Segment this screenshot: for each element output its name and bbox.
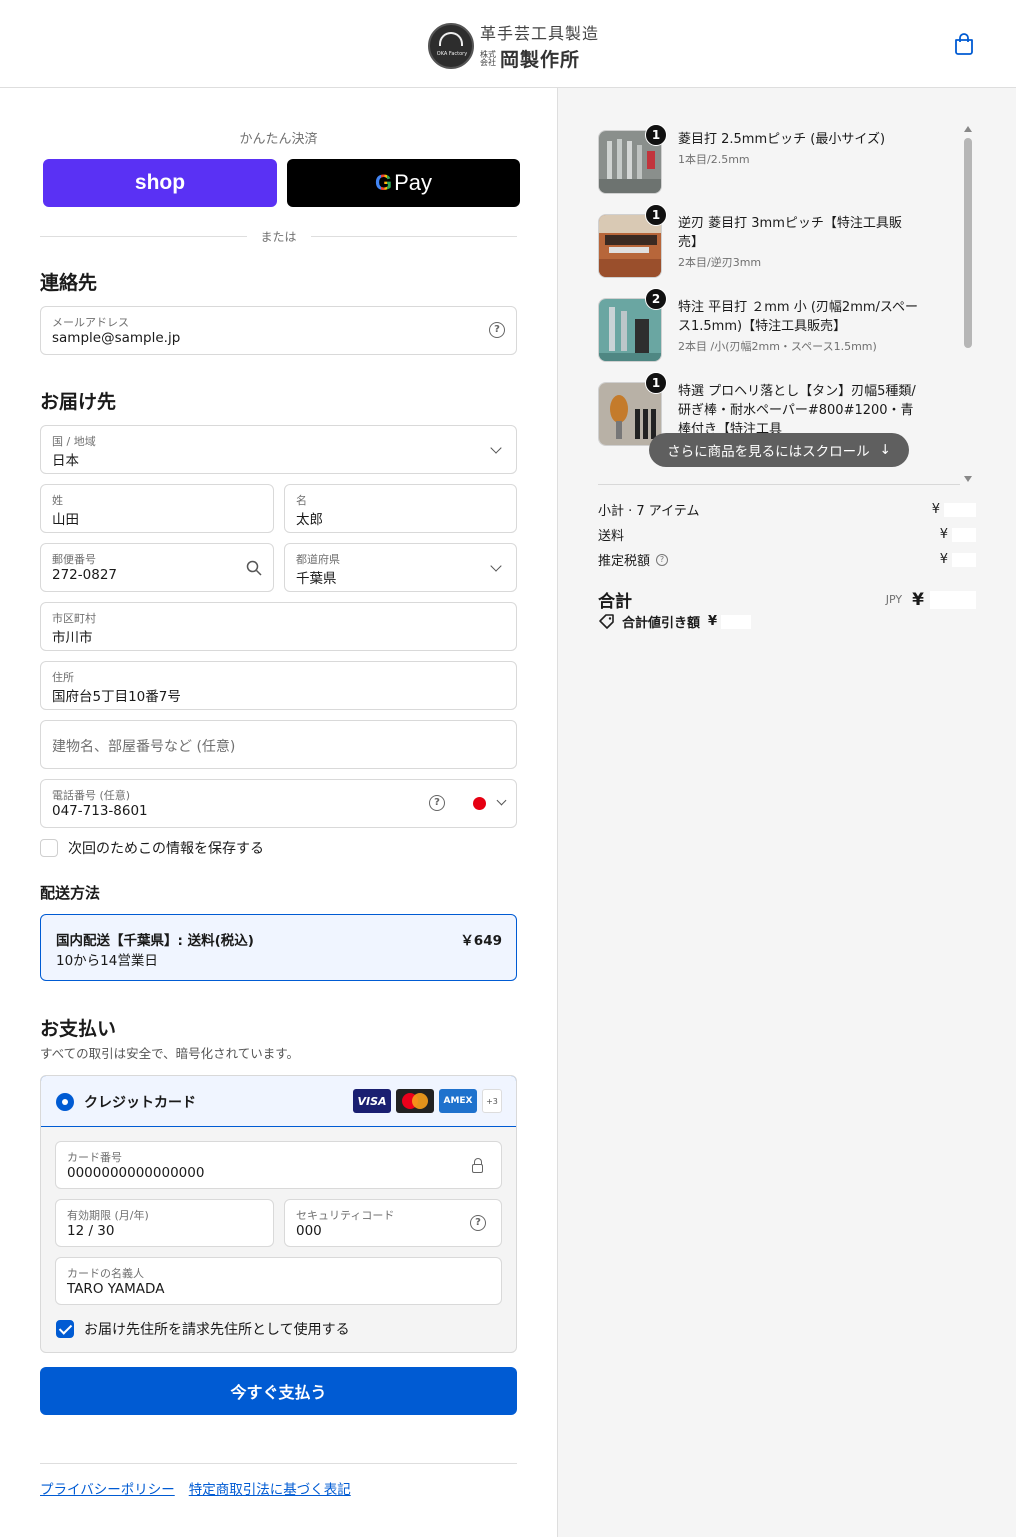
- shipping-option-price: ￥649: [460, 933, 502, 949]
- quantity-badge: 1: [645, 124, 667, 146]
- shipping-currency: ¥: [939, 527, 948, 542]
- summary-divider: [598, 484, 960, 485]
- or-divider: または: [40, 228, 518, 245]
- payment-heading: お支払い: [40, 1018, 117, 1040]
- help-icon[interactable]: ?: [470, 1215, 486, 1231]
- subtotal-row: 小計 · 7 アイテム ¥: [598, 500, 976, 519]
- logo-company-type: 株式会社: [480, 49, 496, 67]
- shipping-option-name: 国内配送【千葉県】: 送料(税込): [56, 933, 254, 949]
- card-brand-logos: VISA AMEX +3: [353, 1089, 502, 1113]
- shipping-option-days: 10から14営業日: [56, 953, 158, 969]
- help-icon[interactable]: ?: [429, 795, 445, 811]
- header: OKA Factory 革手芸工具製造 株式会社 岡製作所: [0, 0, 1016, 88]
- prefecture-select[interactable]: 都道府県 千葉県: [284, 543, 517, 592]
- quantity-badge: 1: [645, 372, 667, 394]
- google-pay-button[interactable]: G Pay: [287, 159, 520, 207]
- last-name-field[interactable]: 姓 山田: [40, 484, 274, 533]
- shipping-option[interactable]: 国内配送【千葉県】: 送料(税込) 10から14営業日 ￥649: [40, 914, 517, 981]
- contact-heading: 連絡先: [40, 272, 98, 294]
- mastercard-icon: [396, 1089, 434, 1113]
- shipping-label: 送料: [598, 529, 625, 544]
- item-title: 菱目打 2.5mmピッチ (最小サイズ): [678, 132, 886, 147]
- scroll-hint-button[interactable]: さらに商品を見るにはスクロール ↓: [649, 433, 909, 467]
- total-currency: ¥: [912, 589, 924, 610]
- item-variant: 2本目/逆刃3mm: [678, 256, 762, 269]
- express-checkout-label: かんたん決済: [239, 132, 318, 147]
- tokusho-link[interactable]: 特定商取引法に基づく表記: [189, 1478, 351, 1498]
- cart-scrollbar[interactable]: [962, 124, 974, 484]
- item-variant: 2本目 /小(刃幅2mm・スペース1.5mm): [678, 340, 877, 353]
- help-icon[interactable]: ?: [656, 553, 669, 566]
- city-field[interactable]: 市区町村 市川市: [40, 602, 517, 651]
- checkbox-checked[interactable]: [56, 1320, 74, 1338]
- shopping-bag-icon[interactable]: [953, 32, 975, 56]
- discount-currency: ¥: [708, 614, 718, 629]
- credit-card-label: クレジットカード: [84, 1095, 196, 1111]
- lock-icon: [472, 1158, 483, 1173]
- shipping-method-heading: 配送方法: [40, 884, 101, 902]
- scrollbar-thumb[interactable]: [964, 138, 972, 348]
- card-number-field[interactable]: カード番号 0000000000000000: [55, 1141, 502, 1189]
- shop-pay-button[interactable]: shop: [43, 159, 277, 207]
- chevron-down-icon: [490, 560, 502, 572]
- item-title: 逆刃 菱目打 3mmピッチ【特注工具販売】: [678, 216, 902, 250]
- save-info-checkbox[interactable]: 次回のためこの情報を保存する: [40, 838, 264, 858]
- store-logo[interactable]: OKA Factory 革手芸工具製造 株式会社 岡製作所: [428, 20, 599, 72]
- amex-icon: AMEX: [439, 1089, 477, 1113]
- billing-same-checkbox[interactable]: お届け先住所を請求先住所として使用する: [56, 1319, 350, 1339]
- delivery-heading: お届け先: [40, 391, 117, 413]
- logo-emblem: OKA Factory: [428, 23, 474, 69]
- scroll-hint-label: さらに商品を見るにはスクロール: [667, 444, 870, 460]
- help-icon[interactable]: ?: [489, 322, 505, 338]
- discount-row: 合計値引き額 ¥: [598, 612, 752, 631]
- payment-security-note: すべての取引は安全で、暗号化されています。: [40, 1046, 300, 1061]
- shipping-row: 送料 ¥: [598, 525, 976, 544]
- cardholder-name-field[interactable]: カードの名義人 TARO YAMADA: [55, 1257, 502, 1305]
- total-label: 合計: [598, 592, 632, 612]
- footer-links: プライバシーポリシー 特定商取引法に基づく表記: [40, 1478, 351, 1498]
- privacy-policy-link[interactable]: プライバシーポリシー: [40, 1478, 175, 1498]
- tax-row: 推定税額? ¥: [598, 550, 976, 569]
- currency-code: JPY: [885, 593, 903, 606]
- building-field[interactable]: 建物名、部屋番号など (任意): [40, 720, 517, 769]
- subtotal-currency: ¥: [931, 502, 940, 517]
- footer-divider: [40, 1463, 517, 1464]
- country-select[interactable]: 国 / 地域 日本: [40, 425, 517, 474]
- pay-now-button[interactable]: 今すぐ支払う: [40, 1367, 517, 1415]
- address-field[interactable]: 住所 国府台5丁目10番7号: [40, 661, 517, 710]
- payment-method-box: クレジットカード VISA AMEX +3 カード番号 000000000000…: [40, 1075, 517, 1353]
- first-name-field[interactable]: 名 太郎: [284, 484, 517, 533]
- arrow-down-icon: ↓: [879, 442, 891, 458]
- chevron-down-icon[interactable]: [496, 795, 507, 806]
- credit-card-option[interactable]: クレジットカード VISA AMEX +3: [41, 1076, 516, 1127]
- more-cards-badge: +3: [482, 1089, 502, 1113]
- checkbox[interactable]: [40, 839, 58, 857]
- scroll-up-icon[interactable]: [964, 126, 972, 132]
- chevron-down-icon: [490, 442, 502, 454]
- email-field[interactable]: メールアドレス sample@sample.jp ?: [40, 306, 517, 355]
- item-title: 特注 平目打 ２mm 小 (刃幅2mm/スペース1.5mm)【特注工具販売】: [678, 300, 918, 334]
- discount-label: 合計値引き額: [622, 616, 701, 631]
- security-code-field[interactable]: セキュリティコード 000 ?: [284, 1199, 502, 1247]
- quantity-badge: 1: [645, 204, 667, 226]
- google-g-icon: G: [374, 170, 393, 195]
- scroll-down-icon[interactable]: [964, 476, 972, 482]
- item-variant: 1本目/2.5mm: [678, 153, 750, 166]
- phone-field[interactable]: 電話番号 (任意) 047-713-8601 ?: [40, 779, 517, 828]
- japan-flag-icon[interactable]: [473, 797, 486, 810]
- tag-icon: [599, 613, 614, 629]
- subtotal-label: 小計 · 7 アイテム: [598, 504, 700, 519]
- logo-company-name: 岡製作所: [500, 49, 581, 71]
- item-title: 特選 プロヘリ落とし【タン】刃幅5種類/ 研ぎ棒・耐水ペーパー#800#1200…: [678, 384, 916, 437]
- tax-label: 推定税額: [598, 554, 651, 569]
- postal-code-field[interactable]: 郵便番号 272-0827: [40, 543, 274, 592]
- radio-selected[interactable]: [56, 1093, 74, 1111]
- quantity-badge: 2: [645, 288, 667, 310]
- logo-tagline: 革手芸工具製造: [480, 24, 600, 43]
- search-icon[interactable]: [246, 560, 262, 576]
- visa-icon: VISA: [353, 1089, 391, 1113]
- total-row: 合計 JPY ¥: [598, 587, 976, 612]
- tax-currency: ¥: [939, 552, 948, 567]
- expiry-field[interactable]: 有効期限 (月/年) 12 / 30: [55, 1199, 274, 1247]
